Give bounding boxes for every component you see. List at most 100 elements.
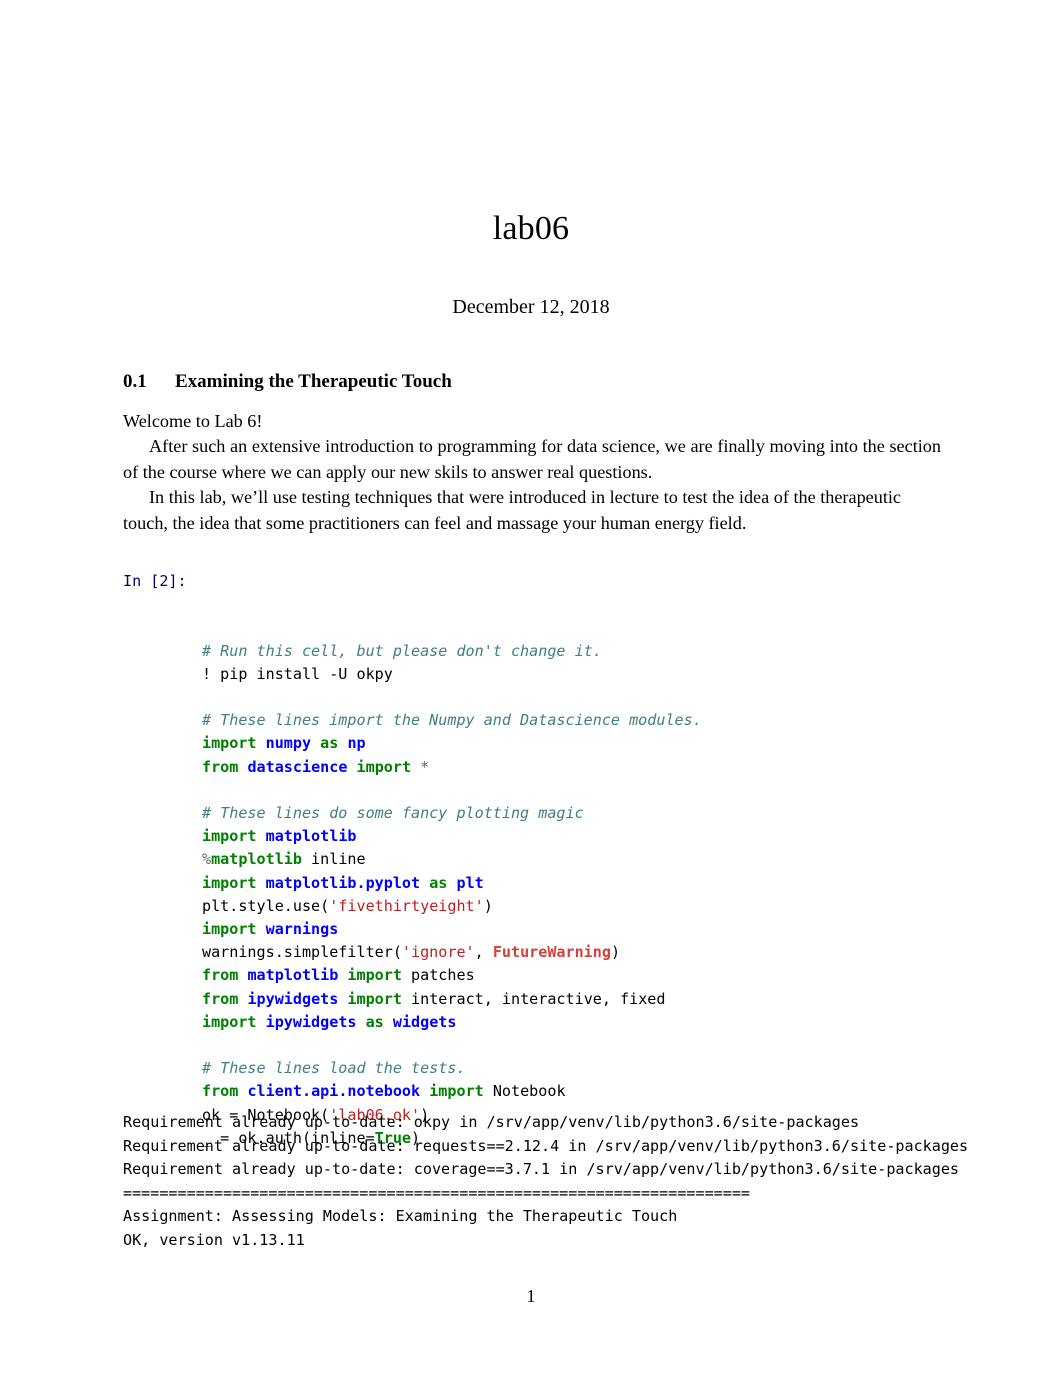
code-token-text: interact, interactive, fixed — [401, 989, 666, 1008]
paragraph-intro: After such an extensive introduction to … — [123, 436, 941, 482]
code-token-comment: # These lines load the tests. — [202, 1059, 466, 1078]
code-cell[interactable]: In [2]: # Run this cell, but please don'… — [123, 570, 1053, 1196]
code-line: from datascience import * — [202, 756, 1053, 779]
code-line: # Run this cell, but please don't change… — [202, 640, 1053, 663]
code-token-string: 'ignore' — [401, 943, 475, 962]
code-token-text: ) — [483, 896, 493, 915]
page-title: lab06 — [492, 209, 570, 247]
code-token-op: * — [420, 757, 430, 776]
code-line: from client.api.notebook import Notebook — [202, 1080, 1053, 1103]
code-token-magic: matplotlib — [211, 850, 302, 869]
code-token-name: np — [347, 734, 366, 753]
section-title: Examining the Therapeutic Touch — [175, 371, 452, 392]
section-number: 0.1 — [123, 371, 147, 392]
document-date: December 12, 2018 — [452, 296, 610, 318]
code-token-keyword: import — [356, 757, 412, 776]
code-source[interactable]: # Run this cell, but please don't change… — [202, 640, 1053, 1150]
code-line: from matplotlib import patches — [202, 964, 1053, 987]
paragraph-lab-overview: In this lab, we’ll use testing technique… — [123, 487, 902, 533]
code-token-text: ! pip install -U okpy — [202, 664, 393, 683]
code-token-keyword: from — [202, 966, 239, 985]
input-prompt: In [2]: — [123, 572, 187, 590]
code-token-text: patches — [401, 966, 475, 985]
code-token-name: ipywidgets — [247, 989, 339, 1008]
code-token-text: ) — [610, 943, 621, 962]
code-token-keyword: import — [202, 1012, 257, 1031]
code-line: import matplotlib — [202, 825, 1053, 848]
code-line: # These lines load the tests. — [202, 1057, 1053, 1080]
cell-output: Requirement already up-to-date: okpy in … — [123, 1111, 1062, 1253]
code-line: warnings.simplefilter('ignore', FutureWa… — [202, 941, 1053, 964]
code-line: import ipywidgets as widgets — [202, 1011, 1053, 1034]
code-line: # These lines do some fancy plotting mag… — [202, 802, 1053, 825]
code-token-text: inline — [301, 850, 366, 869]
code-token-string: 'fivethirtyeight' — [329, 896, 484, 915]
code-line: import numpy as np — [202, 732, 1053, 755]
code-token-comment: # These lines do some fancy plotting mag… — [202, 804, 584, 823]
code-line: import warnings — [202, 918, 1053, 941]
output-line: Requirement already up-to-date: coverage… — [123, 1160, 960, 1179]
code-token-keyword: import — [347, 989, 402, 1008]
code-token-text: , — [474, 943, 493, 962]
code-line: import matplotlib.pyplot as plt — [202, 872, 1053, 895]
code-token-keyword: import — [429, 1082, 484, 1101]
page-number: 1 — [526, 1286, 536, 1306]
code-token-keyword: as — [320, 734, 339, 753]
code-token-keyword: as — [365, 1012, 384, 1031]
code-token-comment: # Run this cell, but please don't change… — [202, 641, 602, 660]
code-token-exception: FutureWarning — [492, 943, 611, 962]
code-token-op: % — [202, 850, 212, 869]
code-token-keyword: from — [202, 1082, 239, 1101]
code-token-keyword: import — [202, 827, 257, 846]
code-token-keyword: import — [202, 920, 257, 939]
paragraph-welcome: Welcome to Lab 6! — [123, 411, 263, 431]
code-token-keyword: as — [429, 873, 448, 892]
code-token-name: matplotlib — [247, 966, 339, 985]
code-token-name: ipywidgets — [265, 1012, 357, 1031]
output-line: ========================================… — [123, 1183, 751, 1202]
code-line: ! pip install -U okpy — [202, 663, 1053, 686]
code-line: %matplotlib inline — [202, 848, 1053, 871]
output-line: Assignment: Assessing Models: Examining … — [123, 1207, 678, 1226]
code-token-text: warnings.simplefilter( — [202, 943, 402, 962]
code-token-name: widgets — [392, 1012, 457, 1031]
code-token-comment: # These lines import the Numpy and Datas… — [202, 711, 702, 730]
code-token-name: numpy — [265, 734, 312, 753]
code-token-name: warnings — [265, 920, 339, 939]
code-token-name: matplotlib — [265, 827, 357, 846]
code-token-keyword: from — [202, 757, 239, 776]
code-token-keyword: from — [202, 989, 239, 1008]
code-token-text: Notebook — [483, 1082, 566, 1101]
code-token-name: plt — [456, 873, 484, 892]
code-line: from ipywidgets import interact, interac… — [202, 988, 1053, 1011]
code-token-keyword: import — [202, 873, 257, 892]
code-token-name: client.api.notebook — [247, 1082, 421, 1101]
section-heading: 0.1 Examining the Therapeutic Touch — [123, 370, 943, 394]
code-token-keyword: import — [202, 734, 257, 753]
output-line: Requirement already up-to-date: okpy in … — [123, 1113, 860, 1131]
document-page: lab06 December 12, 2018 0.1 Examining the… — [0, 0, 1062, 1377]
output-line: OK, version v1.13.11 — [123, 1230, 305, 1249]
code-token-name: datascience — [247, 757, 348, 776]
code-token-text: plt.style.use( — [202, 896, 330, 915]
code-token-name: matplotlib.pyplot — [265, 873, 421, 892]
code-token-keyword: import — [347, 966, 402, 985]
code-line: # These lines import the Numpy and Datas… — [202, 709, 1053, 732]
body-text: Welcome to Lab 6! After such an extensiv… — [123, 409, 941, 536]
output-line: Requirement already up-to-date: requests… — [123, 1136, 969, 1155]
